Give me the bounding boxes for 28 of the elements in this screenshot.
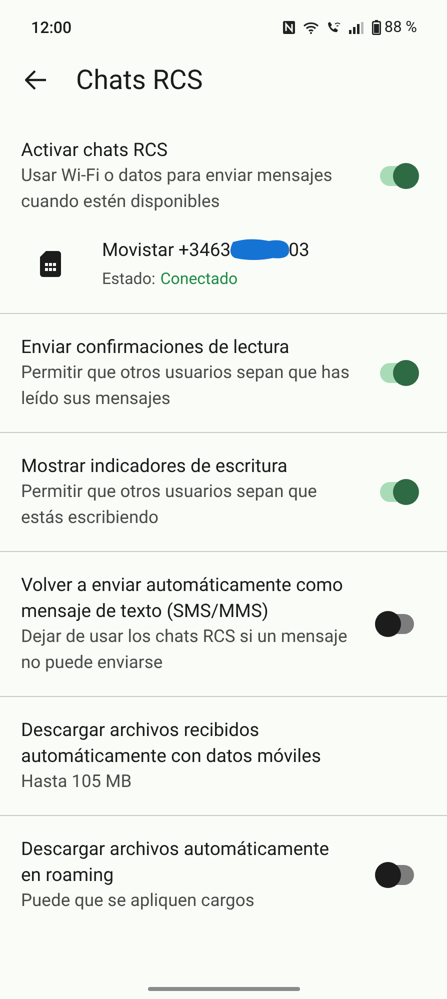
setting-description: Usar Wi-Fi o datos para enviar mensajes cuando estén disponibles <box>21 165 334 214</box>
sim-card-icon <box>40 251 61 277</box>
carrier-number-end: 03 <box>288 238 310 263</box>
carrier-number: Movistar +3463 <box>102 238 231 263</box>
page-title: Chats RCS <box>76 62 203 98</box>
status-time: 12:00 <box>31 16 72 38</box>
setting-description: Dejar de usar los chats RCS si un mensaje no puede enviarse <box>21 626 348 675</box>
nfc-icon <box>283 21 296 34</box>
setting-title: Descargar archivos automáticamente en roaming <box>21 837 330 888</box>
signal-icon <box>349 22 364 34</box>
setting-title: Mostrar indicadores de escritura <box>21 454 288 479</box>
back-button[interactable] <box>24 68 48 92</box>
setting-description: Puede que se apliquen cargos <box>21 890 256 913</box>
setting-title: Activar chats RCS <box>21 138 169 163</box>
status-label: Estado: <box>102 268 156 290</box>
battery-icon <box>372 20 382 35</box>
redaction-mark <box>228 238 291 262</box>
wifi-calling-icon <box>327 21 342 34</box>
setting-description: Hasta 105 MB <box>21 771 133 794</box>
setting-title: Descargar archivos recibidos automáticamente con datos móviles <box>21 718 322 769</box>
back-arrow-icon <box>25 70 47 90</box>
setting-title: Volver a enviar automáticamente como mensaje de texto (SMS/MMS) <box>21 573 344 624</box>
setting-description: Permitir que otros usuarios sepan que estás escribiendo <box>21 481 318 530</box>
setting-title: Enviar confirmaciones de lectura <box>21 335 290 360</box>
battery-percent: 88 % <box>384 16 417 38</box>
wifi-icon <box>303 22 320 34</box>
setting-description: Permitir que otros usuarios sepan que has leído sus mensajes <box>21 362 350 411</box>
connection-status: Conectado <box>160 268 238 290</box>
